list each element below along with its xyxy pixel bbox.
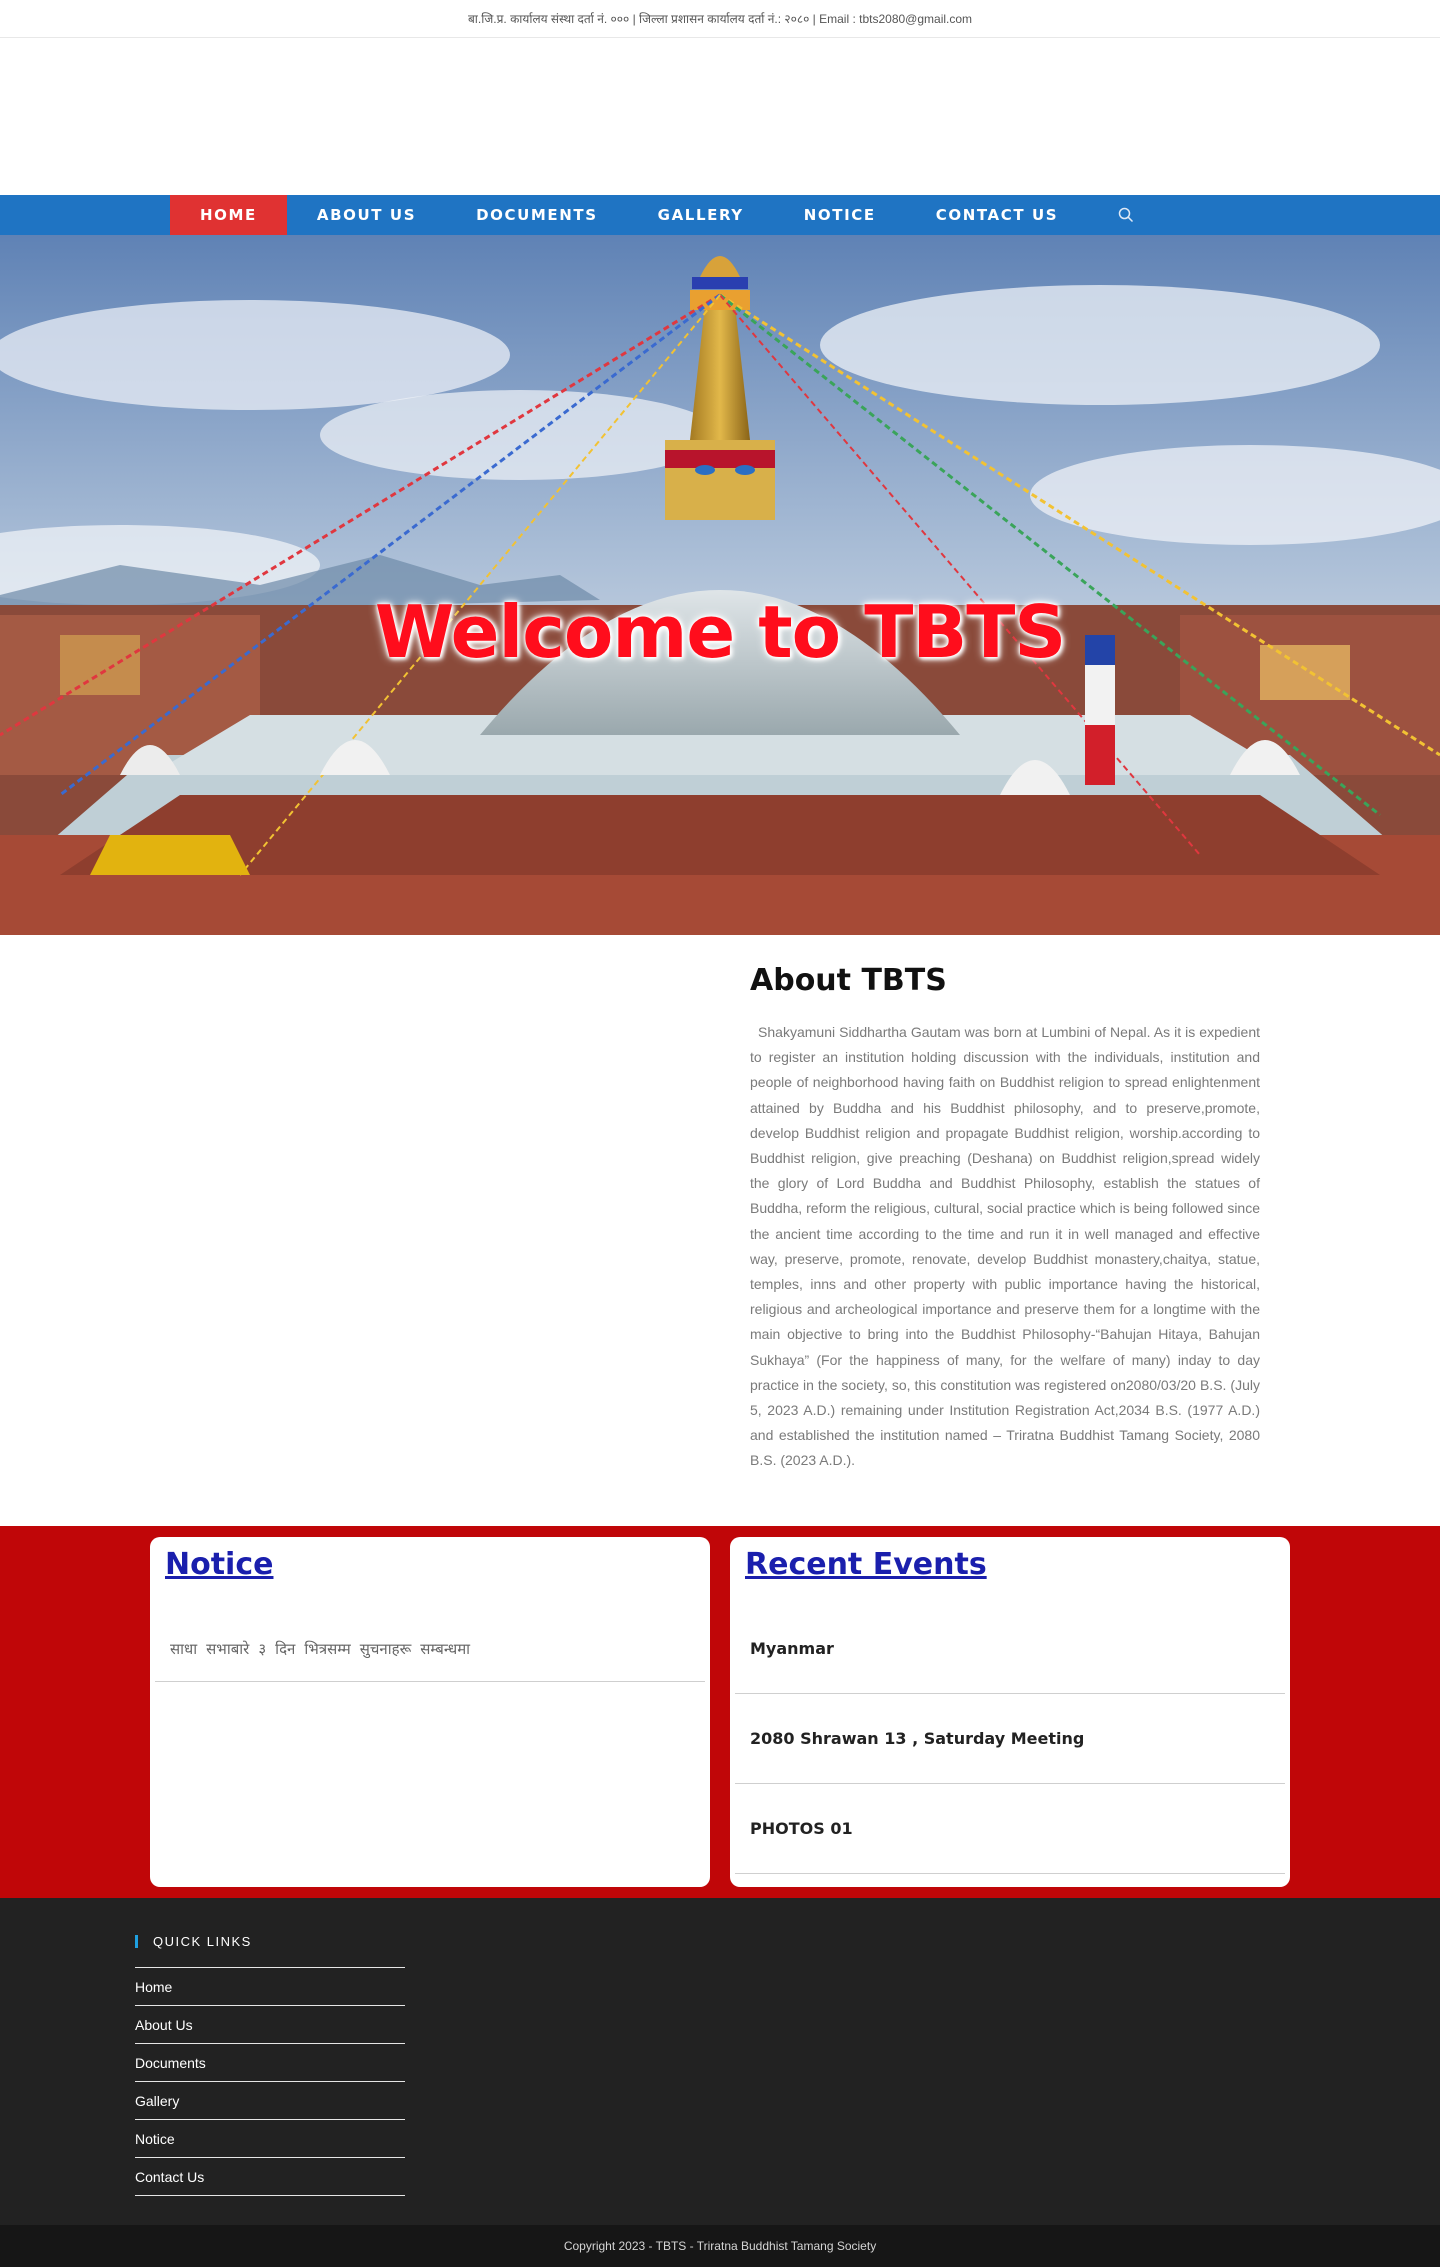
nav-notice[interactable]: NOTICE (774, 195, 906, 235)
quick-links-heading: QUICK LINKS (135, 1934, 1440, 1949)
quick-links-list: Home About Us Documents Gallery Notice C… (135, 1966, 405, 2196)
search-icon[interactable] (1088, 195, 1164, 235)
heading-accent-bar (135, 1934, 138, 1948)
notice-panel: Notice साधा सभाबारे ३ दिन भित्रसम्म सुचन… (150, 1536, 710, 1887)
hero-banner: Welcome to TBTS (0, 235, 1440, 935)
nav-home[interactable]: HOME (170, 195, 287, 235)
site-footer: QUICK LINKS Home About Us Documents Gall… (0, 1897, 1440, 2225)
notice-title-link[interactable]: Notice (150, 1537, 710, 1597)
stupa-hero-image (0, 235, 1440, 935)
nav-gallery[interactable]: GALLERY (628, 195, 774, 235)
event-item[interactable]: Myanmar (735, 1604, 1285, 1694)
hero-title: Welcome to TBTS (374, 590, 1066, 674)
site-header (0, 38, 1440, 195)
footer-link-home[interactable]: Home (135, 1968, 405, 2006)
top-info-text: बा.जि.प्र. कार्यालय संस्था दर्ता नं. ०००… (467, 12, 973, 26)
nav-about-us[interactable]: ABOUT US (287, 195, 446, 235)
footer-link-gallery[interactable]: Gallery (135, 2082, 405, 2120)
about-image-area (0, 963, 750, 1474)
about-text: Shakyamuni Siddhartha Gautam was born at… (750, 1024, 1264, 1469)
top-info-bar: बा.जि.प्र. कार्यालय संस्था दर्ता नं. ०००… (0, 0, 1440, 38)
notice-events-section: Notice साधा सभाबारे ३ दिन भित्रसम्म सुचन… (0, 1525, 1440, 1898)
about-section: About TBTS Shakyamuni Siddhartha Gautam … (0, 935, 1440, 1526)
nav-documents[interactable]: DOCUMENTS (446, 195, 628, 235)
quick-links-title: QUICK LINKS (153, 1933, 252, 1949)
footer-link-contact-us[interactable]: Contact Us (135, 2158, 405, 2196)
copyright-text: Copyright 2023 - TBTS - Triratna Buddhis… (563, 2238, 877, 2253)
event-item[interactable]: 2080 Shrawan 13 , Saturday Meeting (735, 1694, 1285, 1784)
about-title: About TBTS (750, 963, 947, 998)
events-panel: Recent Events Myanmar 2080 Shrawan 13 , … (730, 1536, 1290, 1887)
event-item[interactable]: PHOTOS 01 (735, 1784, 1285, 1874)
footer-link-about-us[interactable]: About Us (135, 2006, 405, 2044)
nav-contact-us[interactable]: CONTACT US (906, 195, 1088, 235)
main-nav: HOME ABOUT US DOCUMENTS GALLERY NOTICE C… (0, 195, 1440, 235)
events-title-link[interactable]: Recent Events (730, 1537, 1290, 1597)
copyright-bar: Copyright 2023 - TBTS - Triratna Buddhis… (0, 2224, 1440, 2267)
footer-link-notice[interactable]: Notice (135, 2120, 405, 2158)
notice-item[interactable]: साधा सभाबारे ३ दिन भित्रसम्म सुचनाहरू सम… (155, 1627, 705, 1682)
footer-link-documents[interactable]: Documents (135, 2044, 405, 2082)
about-content: About TBTS Shakyamuni Siddhartha Gautam … (750, 963, 1260, 1474)
